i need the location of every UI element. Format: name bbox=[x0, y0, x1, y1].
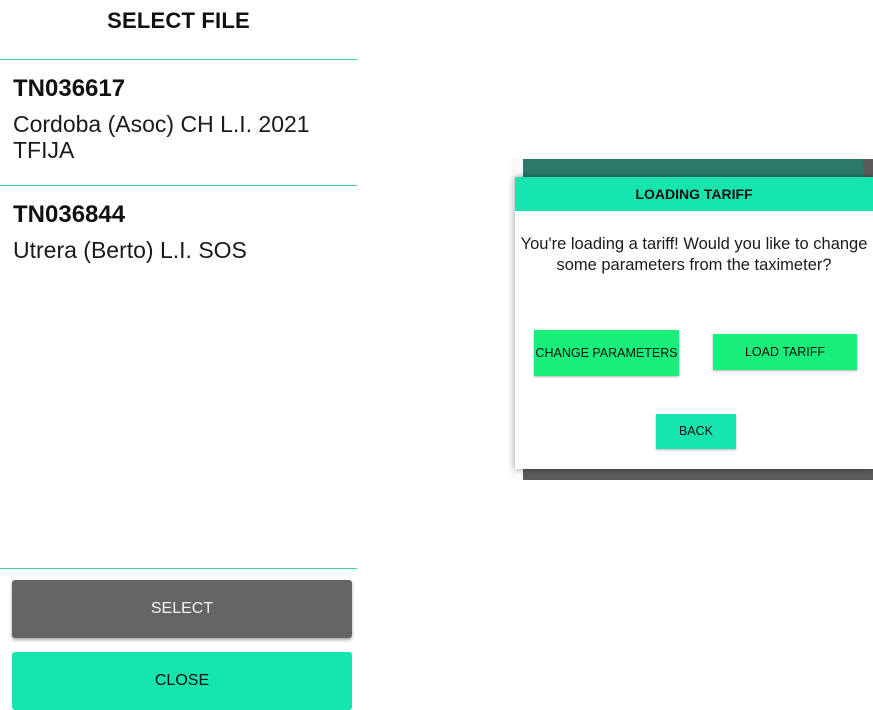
close-button[interactable]: CLOSE bbox=[12, 652, 352, 710]
dialog-title: LOADING TARIFF bbox=[515, 177, 873, 211]
divider bbox=[0, 59, 357, 60]
back-button[interactable]: BACK bbox=[656, 414, 736, 449]
select-button[interactable]: SELECT bbox=[12, 580, 352, 638]
page-title: SELECT FILE bbox=[107, 8, 250, 33]
loading-tariff-dialog: LOADING TARIFF You're loading a tariff! … bbox=[515, 177, 873, 469]
file-code: TN036844 bbox=[13, 201, 126, 228]
load-tariff-button[interactable]: LOAD TARIFF bbox=[713, 334, 857, 370]
divider bbox=[0, 568, 357, 569]
file-name: Cordoba (Asoc) CH L.I. 2021 TFIJA bbox=[13, 111, 310, 163]
list-item-file-2[interactable]: TN036844 Utrera (Berto) L.I. SOS bbox=[13, 201, 353, 264]
background-header bbox=[523, 159, 863, 177]
divider bbox=[0, 185, 357, 186]
list-item-file-1[interactable]: TN036617 Cordoba (Asoc) CH L.I. 2021 TFI… bbox=[13, 75, 353, 164]
select-file-panel: SELECT FILE TN036617 Cordoba (Asoc) CH L… bbox=[0, 0, 357, 710]
file-code: TN036617 bbox=[13, 75, 126, 102]
change-parameters-button[interactable]: CHANGE PARAMETERS bbox=[534, 330, 679, 376]
dialog-message: You're loading a tariff! Would you like … bbox=[520, 235, 868, 274]
dialog-overlay: LOADING TARIFF You're loading a tariff! … bbox=[509, 159, 873, 480]
file-name: Utrera (Berto) L.I. SOS bbox=[13, 237, 247, 263]
